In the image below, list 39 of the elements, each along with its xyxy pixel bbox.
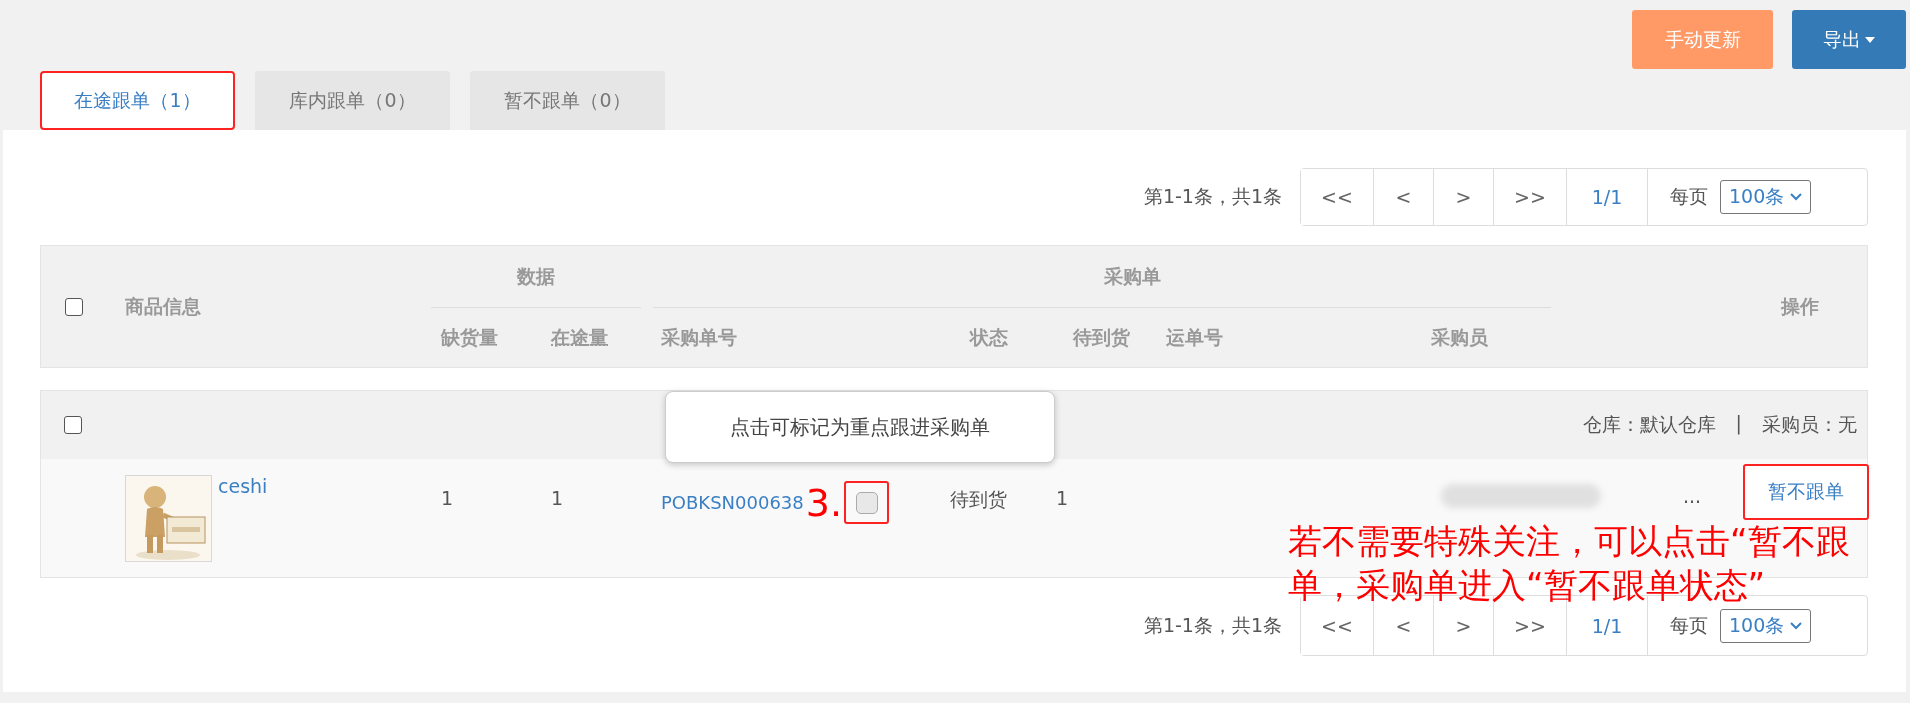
column-group-header: 数据 [517, 263, 555, 289]
checkbox[interactable] [64, 416, 82, 434]
tab[interactable]: 在途跟单（1） [40, 71, 235, 130]
column-header: 运单号 [1166, 324, 1223, 350]
result-summary: 第1-1条，共1条 [1143, 184, 1282, 209]
page-nav-button[interactable]: << [1301, 169, 1374, 225]
column-group-header: 采购单 [1103, 263, 1161, 289]
skip-tracking-button[interactable]: 暂不跟单 [1743, 464, 1869, 520]
column-header: 操作 [1781, 293, 1819, 319]
column-header[interactable]: 在途量 [551, 324, 608, 351]
mark-checkbox[interactable] [844, 481, 890, 524]
chevron-icon [1790, 621, 1803, 630]
column-header: 缺货量 [441, 324, 498, 350]
column-header: 商品信息 [125, 293, 201, 319]
tooltip: 点击可标记为重点跟进采购单 [665, 391, 1055, 463]
table-cell-text: 待到货 [949, 487, 1008, 512]
more-text: ... [1682, 485, 1701, 507]
table-cell-text: 1 [440, 486, 455, 509]
chevron-icon [1790, 193, 1803, 201]
per-page-select[interactable]: 100条 [1720, 180, 1812, 214]
column-header: 待到货 [1072, 324, 1130, 350]
toolbar-button[interactable]: 导出 [1792, 10, 1906, 69]
annotation-number: 3. [805, 483, 843, 522]
column-header: 状态 [969, 324, 1008, 350]
warehouse-label: 仓库：默认仓库 [1582, 412, 1716, 437]
buyer-label: 采购员：无 [1762, 412, 1857, 437]
table-cell-text: 1 [550, 486, 565, 509]
per-page-select[interactable]: 100条 [1720, 608, 1812, 643]
table-cell-text: 1 [1055, 486, 1070, 509]
product-link[interactable]: ceshi [218, 475, 268, 562]
result-summary: 第1-1条，共1条 [1143, 612, 1282, 638]
column-header: 采购员 [1431, 324, 1488, 350]
purchase-order-link[interactable]: POBKSN000638 [661, 492, 804, 513]
tab[interactable]: 库内跟单（0） [255, 71, 450, 130]
column-header: 采购单号 [661, 324, 737, 350]
caret-icon [1865, 36, 1875, 43]
tab[interactable]: 暂不跟单（0） [470, 71, 665, 130]
checkbox[interactable] [64, 297, 83, 316]
separator: | [1734, 412, 1743, 437]
